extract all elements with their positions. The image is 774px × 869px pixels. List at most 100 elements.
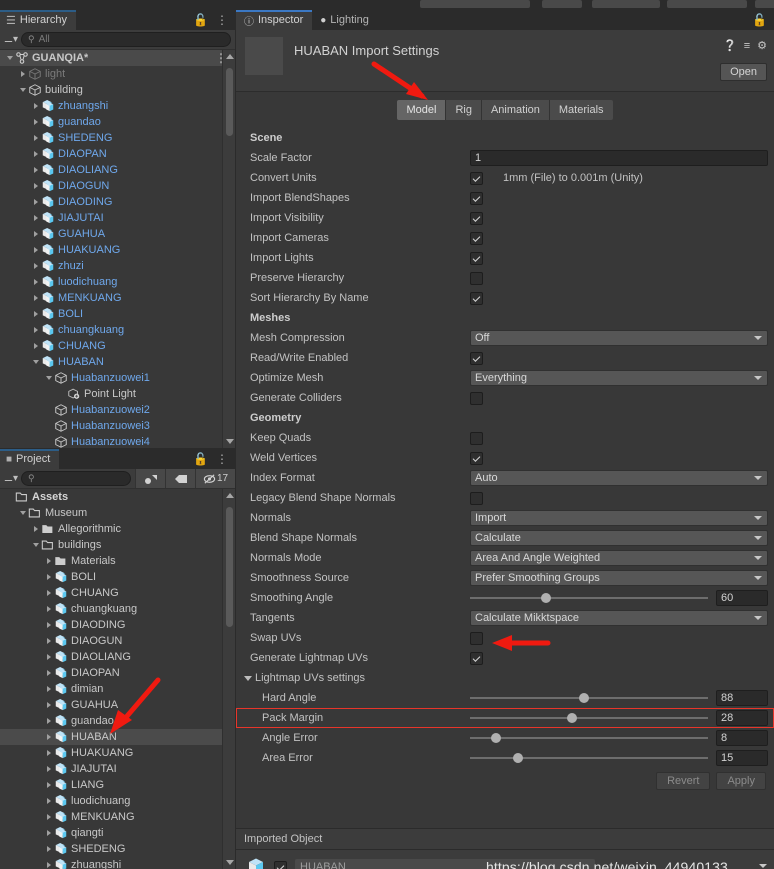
toolbar-button-2[interactable] <box>542 0 582 8</box>
project-row[interactable]: guandao <box>0 713 235 729</box>
create-dropdown-button[interactable]: ⚊▾ <box>4 34 18 45</box>
hierarchy-row[interactable]: GUAHUA <box>0 226 235 242</box>
normals-dropdown[interactable]: Import <box>470 510 768 526</box>
hard-angle-slider[interactable]: 88 <box>470 690 768 706</box>
chevron-right-icon[interactable] <box>43 713 54 729</box>
help-icon[interactable]: ❔ <box>723 39 737 52</box>
chevron-right-icon[interactable] <box>30 130 41 146</box>
chevron-right-icon[interactable] <box>17 66 28 82</box>
smoothing-angle-track[interactable] <box>470 593 708 603</box>
pack-margin-slider[interactable]: 28 <box>470 710 768 726</box>
tab-rig[interactable]: Rig <box>446 100 482 120</box>
project-row[interactable]: GUAHUA <box>0 697 235 713</box>
angle-error-slider[interactable]: 8 <box>470 730 768 746</box>
hierarchy-row[interactable]: DIAOGUN <box>0 178 235 194</box>
chevron-right-icon[interactable] <box>30 521 41 537</box>
keep-quads-checkbox[interactable] <box>470 431 483 445</box>
tab-animation[interactable]: Animation <box>481 100 550 120</box>
project-row[interactable]: Assets <box>0 489 235 505</box>
filter-by-label-icon[interactable] <box>165 469 195 488</box>
hierarchy-row[interactable]: JIAJUTAI <box>0 210 235 226</box>
hierarchy-row[interactable]: Huabanzuowei4 <box>0 434 235 448</box>
smoothing-angle-slider[interactable]: 60 <box>470 590 768 606</box>
chevron-right-icon[interactable] <box>30 114 41 130</box>
chevron-right-icon[interactable] <box>30 98 41 114</box>
hierarchy-row[interactable]: luodichuang <box>0 274 235 290</box>
kebab-menu-icon[interactable]: ⋮ <box>216 453 228 465</box>
chevron-right-icon[interactable] <box>43 553 54 569</box>
scroll-up-arrow-icon[interactable] <box>226 493 234 498</box>
hierarchy-row[interactable]: zhuangshi <box>0 98 235 114</box>
lock-icon[interactable]: 🔓 <box>193 452 208 466</box>
chevron-right-icon[interactable] <box>43 585 54 601</box>
project-scrollbar[interactable] <box>222 489 235 869</box>
hierarchy-row[interactable]: MENKUANG <box>0 290 235 306</box>
project-row[interactable]: SHEDENG <box>0 841 235 857</box>
hierarchy-row[interactable]: CHUANG <box>0 338 235 354</box>
hard-angle-knob[interactable] <box>579 693 590 703</box>
hierarchy-row[interactable]: chuangkuang <box>0 322 235 338</box>
hard-angle-value[interactable]: 88 <box>716 690 768 706</box>
import-blendshapes-checkbox[interactable] <box>470 191 483 205</box>
chevron-down-icon[interactable] <box>759 864 767 868</box>
project-row[interactable]: DIAOPAN <box>0 665 235 681</box>
chevron-right-icon[interactable] <box>30 338 41 354</box>
chevron-right-icon[interactable] <box>43 809 54 825</box>
project-create-dropdown-button[interactable]: ⚊▾ <box>4 473 18 484</box>
convert-units-checkbox[interactable] <box>470 171 483 185</box>
toolbar-button-1[interactable] <box>420 0 530 8</box>
project-row[interactable]: HUABAN <box>0 729 235 745</box>
chevron-right-icon[interactable] <box>43 665 54 681</box>
tab-model[interactable]: Model <box>397 100 447 120</box>
chevron-right-icon[interactable] <box>43 633 54 649</box>
project-row[interactable]: Museum <box>0 505 235 521</box>
read-write-enabled-checkbox[interactable] <box>470 351 483 365</box>
project-tree[interactable]: Assets Museum Allegorithmic buildings Materi… <box>0 489 235 869</box>
preset-icon[interactable]: ≡ <box>744 40 750 52</box>
chevron-down-icon[interactable] <box>30 354 41 370</box>
filter-by-type-icon[interactable] <box>135 469 165 488</box>
pack-margin-value[interactable]: 28 <box>716 710 768 726</box>
project-search-input[interactable]: ⚲ <box>20 471 131 486</box>
project-row[interactable]: HUAKUANG <box>0 745 235 761</box>
project-row[interactable]: DIAODING <box>0 617 235 633</box>
hierarchy-row[interactable]: zhuzi <box>0 258 235 274</box>
import-cameras-checkbox[interactable] <box>470 231 483 245</box>
chevron-down-icon[interactable] <box>17 82 28 98</box>
area-error-slider[interactable]: 15 <box>470 750 768 766</box>
chevron-down-icon[interactable] <box>4 50 15 66</box>
hierarchy-row[interactable]: GUANQIA* ⋮ <box>0 50 235 66</box>
optimize-mesh-dropdown[interactable]: Everything <box>470 370 768 386</box>
chevron-right-icon[interactable] <box>43 793 54 809</box>
revert-button[interactable]: Revert <box>656 772 711 790</box>
swap-uvs-checkbox[interactable] <box>470 631 483 645</box>
tangents-dropdown[interactable]: Calculate Mikktspace <box>470 610 768 626</box>
project-row[interactable]: MENKUANG <box>0 809 235 825</box>
project-row[interactable]: dimian <box>0 681 235 697</box>
tab-lighting[interactable]: ● Lighting <box>312 10 378 30</box>
chevron-right-icon[interactable] <box>30 194 41 210</box>
chevron-right-icon[interactable] <box>43 697 54 713</box>
chevron-right-icon[interactable] <box>43 569 54 585</box>
project-row[interactable]: luodichuang <box>0 793 235 809</box>
area-error-value[interactable]: 15 <box>716 750 768 766</box>
hierarchy-row[interactable]: DIAOPAN <box>0 146 235 162</box>
blend-shape-normals-dropdown[interactable]: Calculate <box>470 530 768 546</box>
hierarchy-row[interactable]: HUABAN <box>0 354 235 370</box>
chevron-right-icon[interactable] <box>43 777 54 793</box>
project-row[interactable]: LIANG <box>0 777 235 793</box>
tab-project[interactable]: ■ Project <box>0 449 60 469</box>
hierarchy-scrollbar[interactable] <box>222 50 235 448</box>
chevron-right-icon[interactable] <box>30 306 41 322</box>
chevron-right-icon[interactable] <box>30 242 41 258</box>
hard-angle-track[interactable] <box>470 693 708 703</box>
project-row[interactable]: DIAOGUN <box>0 633 235 649</box>
chevron-right-icon[interactable] <box>43 761 54 777</box>
chevron-right-icon[interactable] <box>30 226 41 242</box>
hierarchy-row[interactable]: building <box>0 82 235 98</box>
scroll-down-arrow-icon[interactable] <box>226 439 234 444</box>
weld-vertices-checkbox[interactable] <box>470 451 483 465</box>
hierarchy-row[interactable]: HUAKUANG <box>0 242 235 258</box>
hierarchy-row[interactable]: light <box>0 66 235 82</box>
mesh-compression-dropdown[interactable]: Off <box>470 330 768 346</box>
